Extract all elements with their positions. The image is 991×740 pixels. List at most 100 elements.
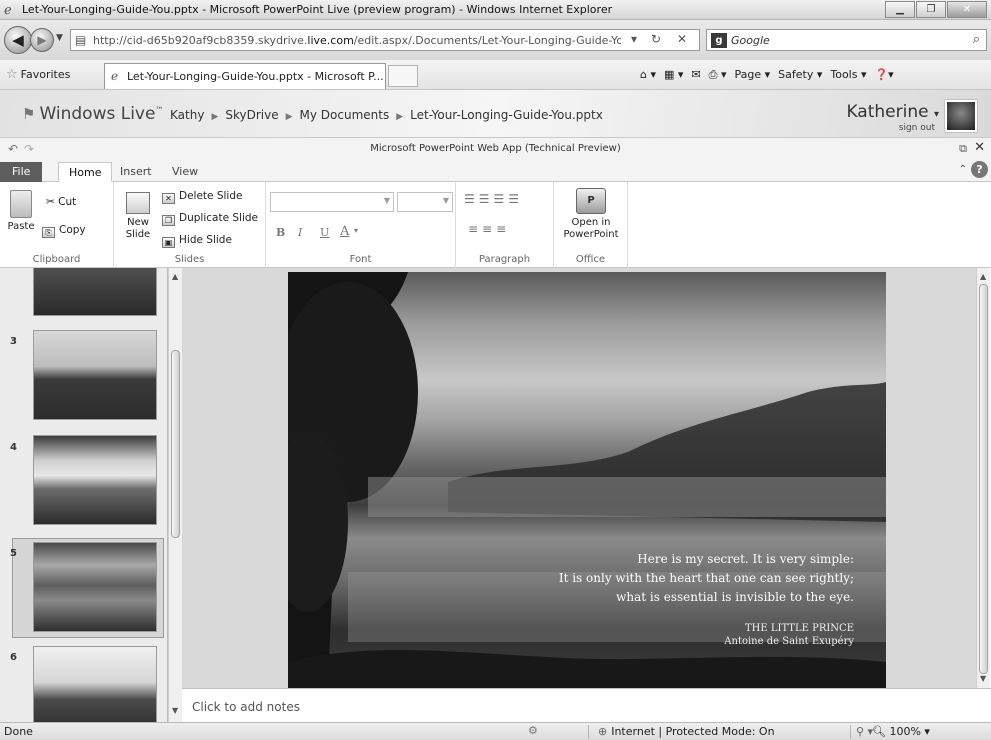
scroll-up-icon[interactable]: ▲: [172, 272, 178, 281]
status-text: Done: [4, 725, 33, 738]
security-zone[interactable]: ⊕ Internet | Protected Mode: On: [598, 725, 775, 738]
ribbon: Paste ✂ Cut ⎘ Copy Clipboard New Slide ✕ De…: [0, 182, 991, 268]
slides-group-label: Slides: [174, 254, 205, 265]
copy-button[interactable]: ⎘ Copy: [42, 224, 86, 238]
breadcrumb-skydrive[interactable]: SkyDrive: [225, 108, 278, 122]
font-color-button[interactable]: A: [340, 224, 349, 239]
slide-number: 4: [10, 442, 17, 453]
page-menu[interactable]: Page ▾: [734, 68, 770, 82]
slide-canvas[interactable]: Here is my secret. It is very simple: It…: [288, 272, 886, 688]
office-group-label: Office: [575, 254, 606, 265]
bold-button[interactable]: B: [276, 226, 285, 239]
slide-thumbnail-6[interactable]: [33, 646, 157, 722]
open-in-powerpoint-button[interactable]: P Open in PowerPoint: [558, 188, 624, 241]
popout-icon[interactable]: ⧉: [959, 142, 967, 156]
font-size-combo[interactable]: ▼: [397, 192, 453, 212]
maximize-button[interactable]: ❐: [916, 1, 946, 18]
hide-slide-icon: ▣: [162, 237, 175, 248]
address-toolbar: ◀ ▶ ▼ ▤ http://cid-d65b920af9cb8359.skyd…: [0, 20, 991, 60]
globe-icon: ⊕: [598, 725, 608, 738]
breadcrumb-my-documents[interactable]: My Documents: [300, 108, 390, 122]
search-box[interactable]: g Google ⌕: [706, 29, 987, 51]
browser-tab-active[interactable]: ℯ Let-Your-Longing-Guide-You.pptx - Micr…: [104, 63, 386, 89]
breadcrumb-kathy[interactable]: Kathy: [170, 108, 204, 122]
new-tab-button[interactable]: [388, 65, 418, 87]
breadcrumb: Kathy ▶ SkyDrive ▶ My Documents ▶ Let-Your-Lon…: [170, 108, 603, 122]
zoom-control[interactable]: 🔍︎ 100% ▾: [872, 725, 930, 738]
address-bar[interactable]: ▤ http://cid-d65b920af9cb8359.skydrive.l…: [70, 29, 700, 51]
slide-thumbnail-2[interactable]: [33, 268, 157, 316]
duplicate-slide-button[interactable]: ❐ Duplicate Slide: [162, 212, 258, 226]
scroll-up-icon[interactable]: ▲: [980, 272, 986, 281]
history-dropdown-icon[interactable]: ▼: [56, 33, 63, 43]
search-placeholder[interactable]: Google: [731, 34, 770, 47]
tab-file[interactable]: File: [0, 162, 43, 182]
italic-button[interactable]: I: [298, 226, 302, 239]
paste-icon: [10, 190, 32, 218]
avatar[interactable]: [945, 100, 977, 132]
minimize-button[interactable]: ▁: [885, 1, 915, 18]
help-icon[interactable]: ?: [971, 161, 988, 178]
breadcrumb-separator-icon: ▶: [285, 112, 293, 122]
sign-out-link[interactable]: sign out: [899, 123, 935, 133]
scrollbar-thumb[interactable]: [171, 350, 180, 538]
slide-number: 3: [10, 336, 17, 347]
windows-live-logo[interactable]: ⚑ Windows Live™: [22, 104, 163, 124]
paste-button[interactable]: Paste: [4, 190, 38, 233]
tab-home[interactable]: Home: [58, 162, 113, 183]
refresh-icon[interactable]: ↻: [651, 32, 661, 46]
stop-icon[interactable]: ✕: [677, 32, 687, 46]
clipboard-group: Paste ✂ Cut ⎘ Copy Clipboard: [0, 182, 114, 268]
close-window-button[interactable]: ✕: [947, 1, 987, 18]
mail-icon[interactable]: ✉: [691, 68, 700, 82]
safety-menu[interactable]: Safety ▾: [778, 68, 822, 82]
forward-button[interactable]: ▶: [30, 28, 54, 52]
slide-thumbnail-4[interactable]: [33, 435, 157, 525]
paragraph-group: ☰☰☰☰ ≡≡≡ Paragraph: [456, 182, 554, 268]
print-icon[interactable]: ⎙ ▾: [709, 68, 727, 82]
slide-scrollbar[interactable]: ▲ ▼: [976, 268, 990, 688]
ribbon-tabs: File Home Insert View ⌃ ?: [0, 160, 991, 183]
notes-placeholder[interactable]: Click to add notes: [192, 700, 300, 714]
feeds-icon[interactable]: ▦ ▾: [664, 68, 683, 82]
delete-slide-button[interactable]: ✕ Delete Slide: [162, 190, 242, 204]
slide-thumbnail-3[interactable]: [33, 330, 157, 420]
address-dropdown-icon[interactable]: ▾: [631, 32, 637, 46]
dropdown-icon: ▼: [442, 196, 449, 205]
cut-button[interactable]: ✂ Cut: [46, 196, 76, 208]
font-color-dropdown-icon[interactable]: ▾: [354, 226, 358, 235]
list-icons[interactable]: ☰☰☰☰: [464, 192, 523, 206]
collapse-ribbon-icon[interactable]: ⌃: [959, 164, 967, 175]
new-slide-button[interactable]: New Slide: [120, 192, 156, 241]
close-app-icon[interactable]: ✕: [974, 140, 985, 155]
home-icon[interactable]: ⌂ ▾: [640, 68, 656, 82]
tools-menu[interactable]: Tools ▾: [830, 68, 866, 82]
underline-button[interactable]: U: [320, 226, 329, 239]
scroll-down-icon[interactable]: ▼: [172, 706, 178, 715]
notes-pane[interactable]: Click to add notes: [182, 688, 991, 722]
search-icon[interactable]: ⌕: [973, 32, 980, 47]
font-name-combo[interactable]: ▼: [270, 192, 394, 212]
copy-icon: ⎘: [42, 227, 55, 238]
help-menu-icon[interactable]: ❓▾: [874, 68, 893, 82]
back-button[interactable]: ◀: [4, 26, 32, 54]
tab-view[interactable]: View: [162, 162, 208, 182]
tab-insert[interactable]: Insert: [110, 162, 162, 182]
protected-mode-icon[interactable]: ⚲ ▾: [856, 725, 873, 738]
scroll-down-icon[interactable]: ▼: [980, 674, 986, 683]
slide-thumbnail-5[interactable]: [33, 542, 157, 632]
alignment-icons[interactable]: ≡≡≡: [468, 222, 510, 236]
user-menu[interactable]: Katherine ▾: [846, 102, 939, 122]
app-title: Microsoft PowerPoint Web App (Technical …: [370, 143, 621, 154]
favorites-button[interactable]: ☆ Favorites: [6, 67, 70, 82]
breadcrumb-separator-icon: ▶: [396, 112, 404, 122]
thumbnails-scrollbar[interactable]: ▲ ▼: [168, 268, 182, 722]
windows-flag-icon: ⚑: [22, 105, 36, 123]
status-bar: Done ⚙ ⊕ Internet | Protected Mode: On ⚲ …: [0, 722, 991, 740]
scrollbar-thumb[interactable]: [979, 284, 988, 674]
clipboard-group-label: Clipboard: [32, 254, 81, 265]
favorites-bar: ☆ Favorites ℯ Let-Your-Longing-Guide-You.…: [0, 60, 991, 90]
hide-slide-button[interactable]: ▣ Hide Slide: [162, 234, 232, 248]
address-url[interactable]: http://cid-d65b920af9cb8359.skydrive.liv…: [93, 34, 621, 47]
user-dropdown-icon: ▾: [933, 109, 939, 120]
